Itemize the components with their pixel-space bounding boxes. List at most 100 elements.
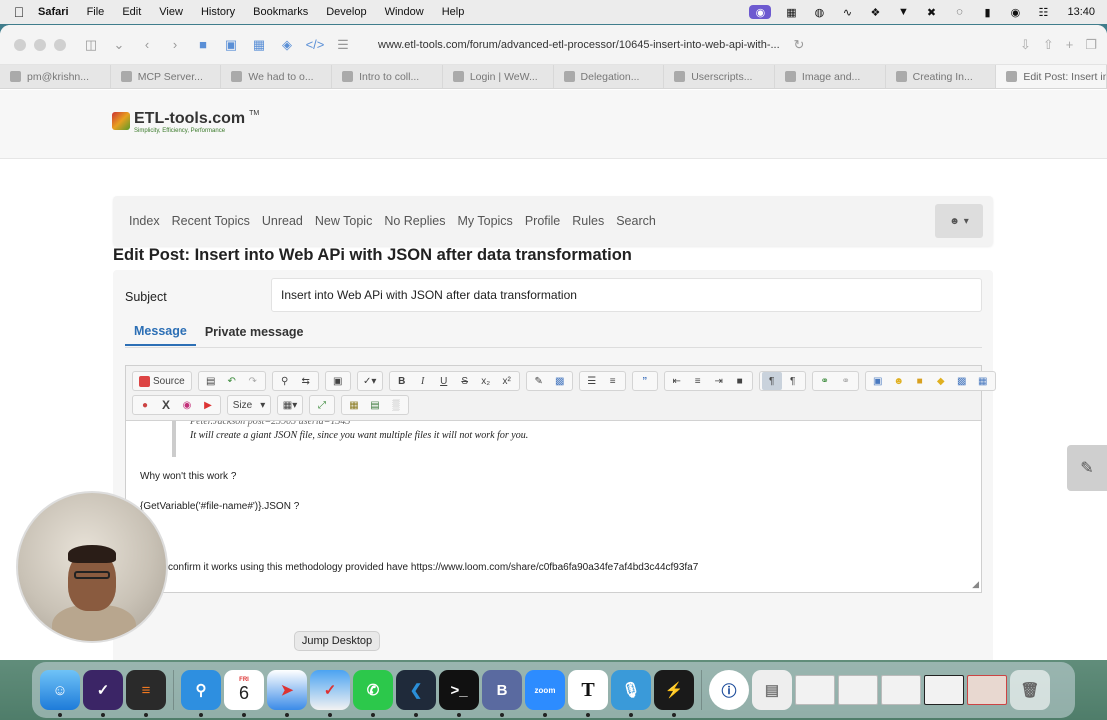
- document-icon[interactable]: ▤: [365, 396, 385, 414]
- zoom-icon[interactable]: zoom: [525, 670, 565, 717]
- smiley-icon[interactable]: ☻: [889, 372, 909, 390]
- menu-file[interactable]: File: [87, 6, 105, 18]
- minimize-window-button[interactable]: [34, 38, 46, 51]
- chevron-down-icon[interactable]: ⌄: [108, 34, 130, 56]
- find-icon[interactable]: ⚲: [275, 372, 295, 390]
- source-button[interactable]: Source: [135, 372, 189, 390]
- wave-icon[interactable]: ∿: [839, 5, 855, 19]
- shield-extension-icon[interactable]: ◈: [276, 34, 298, 56]
- tab-overview-icon[interactable]: ❐: [1085, 37, 1097, 53]
- pin-icon[interactable]: ▼: [895, 5, 911, 19]
- resize-handle-icon[interactable]: ◢: [972, 579, 979, 590]
- menu-edit[interactable]: Edit: [122, 6, 141, 18]
- text-direction-ltr-icon[interactable]: ¶: [761, 372, 782, 390]
- window-thumbnail[interactable]: [795, 675, 835, 705]
- replace-icon[interactable]: ⇆: [296, 372, 316, 390]
- window-thumbnail[interactable]: [924, 675, 964, 705]
- omnifocus-icon[interactable]: ✓: [83, 670, 123, 717]
- editor-content[interactable]: Peter.Jackson post=23903 userid=1343 It …: [126, 421, 981, 591]
- menu-history[interactable]: History: [201, 6, 235, 18]
- address-bar[interactable]: www.etl-tools.com/forum/advanced-etl-pro…: [368, 32, 788, 58]
- bbedit-icon[interactable]: B: [482, 670, 522, 717]
- remove-format-icon[interactable]: ✎: [529, 372, 549, 390]
- nav-search[interactable]: Search: [616, 214, 656, 228]
- spellcheck-icon[interactable]: ✓▾: [360, 372, 380, 390]
- tag-icon[interactable]: ◌: [951, 5, 967, 19]
- nav-no-replies[interactable]: No Replies: [384, 214, 445, 228]
- menubar-clock[interactable]: 13:40: [1067, 6, 1095, 18]
- side-widget-button[interactable]: ✎: [1067, 445, 1107, 491]
- browser-tab[interactable]: Delegation...: [554, 65, 665, 88]
- align-right-icon[interactable]: ⇥: [709, 372, 729, 390]
- download-icon[interactable]: ⇩: [1020, 37, 1031, 53]
- keychain-icon[interactable]: ⚲: [181, 670, 221, 717]
- calendar-icon[interactable]: FRI 6: [224, 670, 264, 717]
- bookmark-extension-icon[interactable]: ▦: [248, 34, 270, 56]
- apple-icon[interactable]: : [0, 4, 38, 20]
- site-logo[interactable]: ETL-tools.com TM Simplicity, Efficiency,…: [112, 110, 259, 134]
- browser-tab[interactable]: MCP Server...: [111, 65, 222, 88]
- italic-icon[interactable]: I: [413, 372, 433, 390]
- strikethrough-icon[interactable]: S: [455, 372, 475, 390]
- bold-icon[interactable]: B: [392, 372, 412, 390]
- copy-format-icon[interactable]: ▩: [550, 372, 570, 390]
- media-icon[interactable]: ●: [135, 396, 155, 414]
- menu-view[interactable]: View: [159, 6, 183, 18]
- browser-tab[interactable]: Login | WeW...: [443, 65, 554, 88]
- reload-icon[interactable]: ↻: [788, 34, 810, 56]
- video-icon[interactable]: ▶: [198, 396, 218, 414]
- menu-develop[interactable]: Develop: [326, 6, 366, 18]
- forward-icon[interactable]: ›: [164, 34, 186, 56]
- window-thumbnail[interactable]: [967, 675, 1007, 705]
- bulleted-list-icon[interactable]: ≡: [603, 372, 623, 390]
- menu-window[interactable]: Window: [385, 6, 424, 18]
- unlink-icon[interactable]: ⚭: [836, 372, 856, 390]
- code-extension-icon[interactable]: </>: [304, 34, 326, 56]
- font-size-dropdown[interactable]: Size ▾: [230, 396, 268, 414]
- finder-icon[interactable]: ☺: [40, 670, 80, 717]
- app-status-icon[interactable]: ❖: [867, 5, 883, 19]
- control-center-icon[interactable]: ☷: [1035, 5, 1051, 19]
- image-icon[interactable]: ▣: [868, 372, 888, 390]
- sidebar-icon[interactable]: ◫: [80, 34, 102, 56]
- nav-new-topic[interactable]: New Topic: [315, 214, 372, 228]
- safari-icon[interactable]: ➤: [267, 670, 307, 717]
- maximize-icon[interactable]: ⤢: [312, 396, 332, 414]
- instagram-icon[interactable]: ◉: [177, 396, 197, 414]
- nav-unread[interactable]: Unread: [262, 214, 303, 228]
- microphone-icon[interactable]: 🎙: [611, 670, 651, 717]
- lock-icon[interactable]: ■: [910, 372, 930, 390]
- vscode-icon[interactable]: ❮: [396, 670, 436, 717]
- nav-rules[interactable]: Rules: [572, 214, 604, 228]
- user-menu-button[interactable]: ☻ ▾: [935, 204, 983, 238]
- nav-index[interactable]: Index: [129, 214, 160, 228]
- zoom-window-button[interactable]: [54, 38, 66, 51]
- nav-profile[interactable]: Profile: [525, 214, 560, 228]
- select-all-icon[interactable]: ▣: [328, 372, 348, 390]
- screen-recording-icon[interactable]: ◉: [749, 5, 772, 19]
- wifi-icon[interactable]: ◉: [1007, 5, 1023, 19]
- undo-icon[interactable]: ↶: [222, 372, 242, 390]
- underline-icon[interactable]: U: [434, 372, 454, 390]
- clipboard-icon[interactable]: ▦: [783, 5, 799, 19]
- menu-help[interactable]: Help: [442, 6, 465, 18]
- window-thumbnail[interactable]: [838, 675, 878, 705]
- webcam-overlay[interactable]: [16, 491, 168, 643]
- redo-icon[interactable]: ↷: [243, 372, 263, 390]
- page-menu-icon[interactable]: ☰: [332, 34, 354, 56]
- show-blocks-icon[interactable]: ▦▾: [280, 396, 300, 414]
- align-center-icon[interactable]: ≡: [688, 372, 708, 390]
- trash-icon[interactable]: 🗑: [1010, 670, 1050, 710]
- sublime-icon[interactable]: ≡: [126, 670, 166, 717]
- tab-private-message[interactable]: Private message: [196, 319, 313, 345]
- x-twitter-icon[interactable]: X: [156, 396, 176, 414]
- browser-tab[interactable]: We had to o...: [221, 65, 333, 88]
- share-icon[interactable]: ⇧: [1043, 37, 1054, 53]
- back-icon[interactable]: ‹: [136, 34, 158, 56]
- browser-tab[interactable]: Intro to coll...: [332, 65, 443, 88]
- menu-app-name[interactable]: Safari: [38, 6, 69, 18]
- code-snippet-icon[interactable]: ▦: [344, 396, 364, 414]
- jump-desktop-icon[interactable]: ✓: [310, 670, 350, 717]
- iframe-icon[interactable]: ▩: [952, 372, 972, 390]
- justify-icon[interactable]: ■: [730, 372, 750, 390]
